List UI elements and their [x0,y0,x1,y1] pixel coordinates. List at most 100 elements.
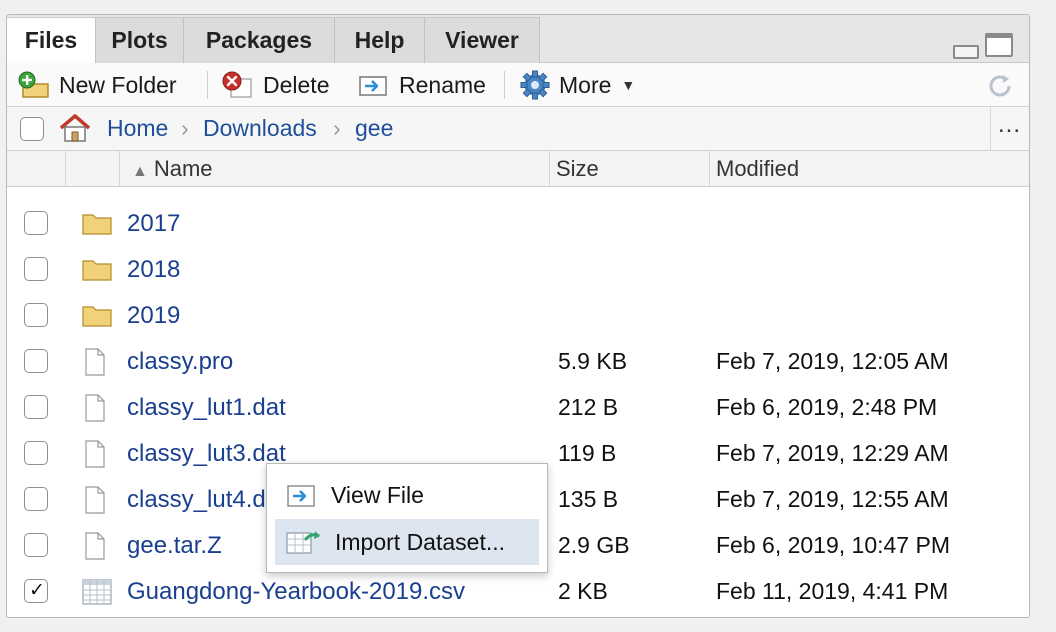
gear-icon [519,70,551,100]
table-row[interactable]: classy.pro 5.9 KB Feb 7, 2019, 12:05 AM [7,339,1029,385]
refresh-icon [989,75,1011,97]
file-modified: Feb 7, 2019, 12:29 AM [716,440,949,466]
folder-icon [81,301,113,334]
table-row[interactable] [7,187,1029,197]
menu-item-label: View File [331,481,424,508]
minimize-pane-button[interactable] [953,45,979,59]
tab-bar: Files Plots Packages Help Viewer [7,15,1029,64]
tab-files[interactable]: Files [7,17,96,64]
delete-label: Delete [263,71,330,98]
row-checkbox[interactable] [24,349,48,373]
row-checkbox[interactable] [24,533,48,557]
chevron-right-icon: › [181,115,189,141]
file-size: 212 B [558,394,619,420]
table-row[interactable]: 2018 [7,247,1029,293]
row-checkbox[interactable] [24,257,48,281]
file-name-link[interactable]: classy_lut3.dat [127,440,286,468]
folder-icon [81,209,113,242]
file-size: 119 B [558,440,617,466]
refresh-button[interactable] [985,71,1015,106]
row-checkbox[interactable] [24,441,48,465]
file-size: 135 B [558,486,619,512]
file-icon [81,393,109,428]
file-icon [81,347,109,382]
row-checkbox[interactable] [24,487,48,511]
table-row[interactable]: 2017 [7,201,1029,247]
breadcrumb-home[interactable]: Home [107,115,168,142]
file-size: 2.9 GB [558,532,630,558]
file-name-link[interactable]: classy.pro [127,348,233,376]
new-folder-button[interactable]: New Folder [17,69,177,101]
tab-help[interactable]: Help [335,17,425,63]
more-menu-button[interactable]: More ▼ [519,69,635,101]
file-modified: Feb 6, 2019, 2:48 PM [716,394,938,420]
file-name-link[interactable]: 2019 [127,302,180,330]
new-folder-icon [17,71,51,99]
select-all-checkbox[interactable] [20,117,44,141]
file-name-link[interactable]: classy_lut1.dat [127,394,286,422]
name-column-header[interactable]: ▲ Name [119,151,549,187]
go-to-directory-button[interactable]: ... [998,111,1021,139]
delete-icon [221,71,255,99]
modified-column-label: Modified [716,156,800,181]
checkmark-icon: ✓ [29,580,45,601]
breadcrumb: Home › Downloads › gee ... [7,107,1029,151]
rename-button[interactable]: Rename [357,69,486,101]
file-modified: Feb 7, 2019, 12:05 AM [716,348,949,374]
folder-icon [81,187,113,192]
file-modified: Feb 6, 2019, 10:47 PM [716,532,950,558]
file-modified: Feb 7, 2019, 12:55 AM [716,486,949,512]
caret-down-icon: ▼ [621,77,636,93]
rename-label: Rename [399,71,486,98]
menu-item-import-dataset[interactable]: Import Dataset... [275,519,539,565]
file-icon [81,439,109,474]
menu-item-label: Import Dataset... [335,528,506,555]
table-row[interactable]: classy_lut1.dat 212 B Feb 6, 2019, 2:48 … [7,385,1029,431]
size-column-label: Size [556,156,599,181]
breadcrumb-gee[interactable]: gee [355,115,393,142]
breadcrumb-downloads[interactable]: Downloads [203,115,317,142]
csv-file-icon [81,577,113,612]
import-dataset-icon [285,528,323,556]
view-file-icon [285,481,319,509]
new-folder-label: New Folder [59,71,177,98]
delete-button[interactable]: Delete [221,69,329,101]
sort-ascending-icon: ▲ [132,163,148,180]
table-row[interactable]: 2019 [7,293,1029,339]
row-checkbox[interactable] [24,211,48,235]
file-name-link[interactable]: 2017 [127,210,180,238]
folder-icon [81,255,113,288]
file-name-link[interactable]: classy_lut4.dat [127,486,286,514]
row-checkbox-checked[interactable]: ✓ [24,579,48,603]
file-name-link[interactable]: gee.tar.Z [127,532,222,560]
file-name-link[interactable]: 2018 [127,256,180,284]
files-toolbar: New Folder Delete Rename More ▼ [7,63,1029,107]
tab-plots[interactable]: Plots [96,17,184,63]
row-checkbox[interactable] [24,303,48,327]
home-icon[interactable] [57,112,93,149]
file-table-header: ▲ Name Size Modified [7,151,1029,187]
file-icon [81,485,109,520]
modified-column-header[interactable]: Modified [709,151,1029,187]
toolbar-divider [207,71,208,99]
size-column-header[interactable]: Size [549,151,709,187]
toolbar-divider [504,71,505,99]
table-row[interactable]: ✓ Guangdong-Yearbook-2019.csv 2 KB Feb 1… [7,569,1029,615]
row-checkbox[interactable] [24,395,48,419]
chevron-right-icon: › [333,115,341,141]
breadcrumb-divider [990,107,991,151]
file-name-link[interactable]: Guangdong-Yearbook-2019.csv [127,578,465,606]
menu-item-view-file[interactable]: View File [275,472,539,518]
more-label: More [559,71,612,98]
file-size: 5.9 KB [558,348,628,374]
file-size: 2 KB [558,578,608,604]
tab-packages[interactable]: Packages [184,17,335,63]
file-icon [81,531,109,566]
header-icon-column [65,151,119,187]
tab-viewer[interactable]: Viewer [425,17,540,63]
file-context-menu: View File Import Dataset... [266,463,548,573]
maximize-pane-button[interactable] [985,33,1013,57]
name-column-label: Name [153,156,213,181]
file-modified: Feb 11, 2019, 4:41 PM [716,578,949,604]
rename-icon [357,71,391,99]
